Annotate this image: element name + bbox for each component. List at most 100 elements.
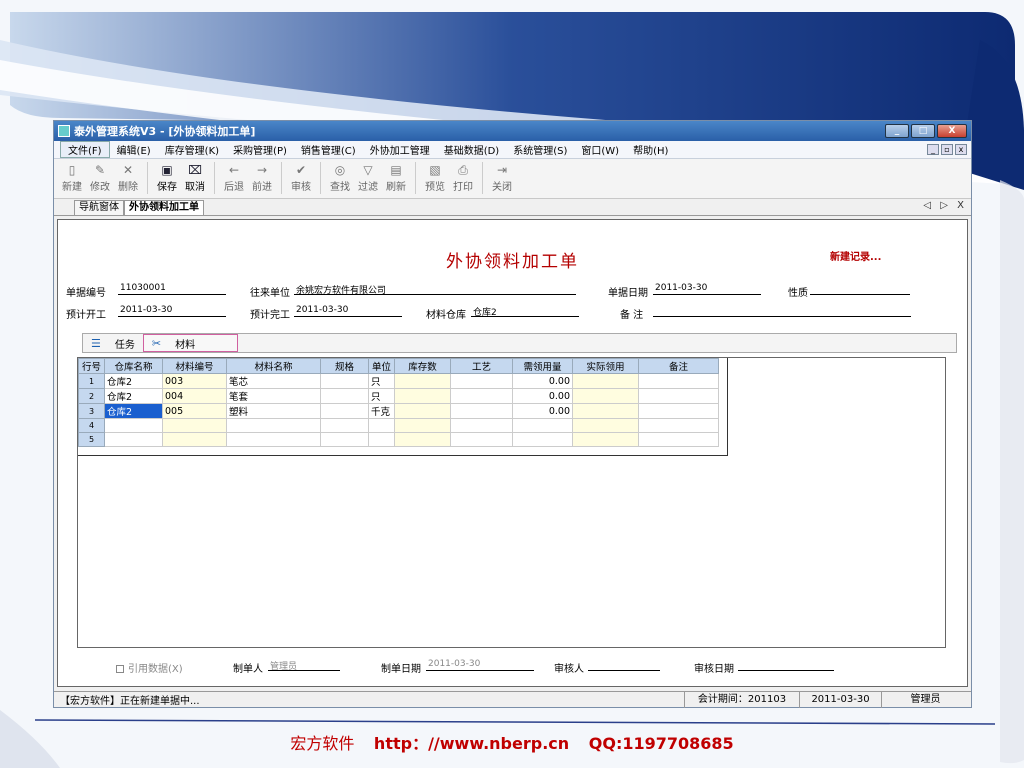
column-header[interactable]: 材料名称 bbox=[226, 358, 321, 374]
toolbar-button-cancel[interactable]: ⌧ 取消 bbox=[181, 162, 209, 193]
table-cell[interactable] bbox=[638, 373, 719, 389]
maximize-icon[interactable]: □ bbox=[911, 124, 935, 138]
tab-navigation[interactable]: 导航窗体 bbox=[74, 200, 124, 215]
menu-outsourcing[interactable]: 外协加工管理 bbox=[363, 142, 437, 157]
toolbar-button-exit[interactable]: ⇥ 关闭 bbox=[488, 162, 516, 193]
toolbar-button-filter[interactable]: ▽ 过滤 bbox=[354, 162, 382, 193]
column-header[interactable]: 备注 bbox=[638, 358, 719, 374]
menu-system[interactable]: 系统管理(S) bbox=[506, 142, 574, 157]
menu-purchase[interactable]: 采购管理(P) bbox=[226, 142, 294, 157]
table-cell[interactable]: 004 bbox=[162, 388, 227, 404]
table-cell[interactable] bbox=[512, 418, 573, 433]
table-cell[interactable] bbox=[638, 432, 719, 447]
column-header[interactable]: 单位 bbox=[368, 358, 395, 374]
table-cell[interactable] bbox=[226, 432, 321, 447]
table-cell[interactable] bbox=[104, 418, 163, 433]
mdi-restore-icon[interactable]: ▫ bbox=[941, 144, 953, 155]
table-cell[interactable]: 只 bbox=[368, 373, 395, 389]
table-cell[interactable] bbox=[572, 373, 639, 389]
table-cell[interactable] bbox=[450, 432, 513, 447]
subtab-tasks[interactable]: ☰ 任务 bbox=[83, 334, 143, 352]
mdi-close-icon[interactable]: x bbox=[955, 144, 967, 155]
column-header[interactable]: 行号 bbox=[78, 358, 105, 374]
table-cell[interactable] bbox=[320, 373, 369, 389]
table-cell[interactable]: 0.00 bbox=[512, 373, 573, 389]
column-header[interactable]: 需领用量 bbox=[512, 358, 573, 374]
table-cell[interactable] bbox=[394, 418, 451, 433]
table-cell[interactable] bbox=[394, 373, 451, 389]
menu-help[interactable]: 帮助(H) bbox=[626, 142, 675, 157]
table-cell[interactable] bbox=[104, 432, 163, 447]
table-cell[interactable] bbox=[572, 418, 639, 433]
table-cell[interactable] bbox=[450, 418, 513, 433]
table-cell[interactable] bbox=[394, 403, 451, 419]
toolbar-button-check[interactable]: ✔ 审核 bbox=[287, 162, 315, 193]
table-cell[interactable] bbox=[572, 432, 639, 447]
table-cell[interactable]: 0.00 bbox=[512, 403, 573, 419]
tab-outsource-material-order[interactable]: 外协领料加工单 bbox=[124, 200, 204, 215]
mdi-minimize-icon[interactable]: _ bbox=[927, 144, 939, 155]
menu-window[interactable]: 窗口(W) bbox=[574, 142, 626, 157]
partner-field[interactable]: 余姚宏方软件有限公司 bbox=[294, 283, 576, 296]
table-row[interactable]: 3 仓库2 005 塑料 千克 0.00 bbox=[78, 403, 719, 419]
table-cell[interactable] bbox=[450, 388, 513, 404]
table-cell[interactable] bbox=[162, 418, 227, 433]
table-cell[interactable]: 仓库2 bbox=[104, 373, 163, 389]
column-header[interactable]: 材料编号 bbox=[162, 358, 227, 374]
column-header[interactable]: 规格 bbox=[320, 358, 369, 374]
menu-sales[interactable]: 销售管理(C) bbox=[294, 142, 363, 157]
table-cell[interactable] bbox=[320, 432, 369, 447]
toolbar-button-back-arrow[interactable]: ← 后退 bbox=[220, 162, 248, 193]
plan-end-field[interactable]: 2011-03-30 bbox=[294, 305, 402, 317]
table-cell[interactable] bbox=[450, 403, 513, 419]
doc-no-field[interactable]: 11030001 bbox=[118, 283, 226, 295]
table-cell[interactable]: 只 bbox=[368, 388, 395, 404]
toolbar-button-edit[interactable]: ✎ 修改 bbox=[86, 162, 114, 193]
table-cell[interactable] bbox=[394, 388, 451, 404]
table-cell[interactable] bbox=[368, 418, 395, 433]
table-cell[interactable]: 仓库2 bbox=[104, 388, 163, 404]
table-cell[interactable]: 笔套 bbox=[226, 388, 321, 404]
table-cell[interactable] bbox=[572, 403, 639, 419]
table-cell[interactable] bbox=[572, 388, 639, 404]
table-row[interactable]: 4 bbox=[78, 418, 719, 433]
toolbar-button-preview[interactable]: ▧ 预览 bbox=[421, 162, 449, 193]
toolbar-button-save[interactable]: ▣ 保存 bbox=[153, 162, 181, 193]
table-cell[interactable] bbox=[394, 432, 451, 447]
close-icon[interactable]: X bbox=[937, 124, 967, 138]
column-header[interactable]: 库存数 bbox=[394, 358, 451, 374]
table-cell[interactable]: 塑料 bbox=[226, 403, 321, 419]
plan-start-field[interactable]: 2011-03-30 bbox=[118, 305, 226, 317]
toolbar-button-forward-arrow[interactable]: → 前进 bbox=[248, 162, 276, 193]
remark-field[interactable] bbox=[653, 305, 911, 317]
menu-edit[interactable]: 编辑(E) bbox=[110, 142, 158, 157]
toolbar-button-new-doc[interactable]: ▯ 新建 bbox=[58, 162, 86, 193]
toolbar-button-refresh[interactable]: ▤ 刷新 bbox=[382, 162, 410, 193]
table-cell[interactable] bbox=[162, 432, 227, 447]
table-cell[interactable] bbox=[320, 418, 369, 433]
footer-url[interactable]: http：//www.nberp.cn bbox=[374, 734, 569, 753]
menu-basic-data[interactable]: 基础数据(D) bbox=[437, 142, 507, 157]
toolbar-button-print[interactable]: ⎙ 打印 bbox=[449, 162, 477, 193]
subtab-materials[interactable]: ✂ 材料 bbox=[142, 334, 238, 352]
table-cell[interactable] bbox=[226, 418, 321, 433]
column-header[interactable]: 工艺 bbox=[450, 358, 513, 374]
tab-scroll-controls[interactable]: ◁ ▷ X bbox=[923, 200, 967, 211]
table-cell[interactable]: 0.00 bbox=[512, 388, 573, 404]
table-cell[interactable] bbox=[320, 403, 369, 419]
menu-file[interactable]: 文件(F) bbox=[60, 141, 110, 158]
title-bar[interactable]: 泰外管理系统V3 - [外协领料加工单] _ □ X bbox=[54, 121, 971, 141]
table-cell[interactable] bbox=[368, 432, 395, 447]
table-cell[interactable] bbox=[638, 403, 719, 419]
doc-date-field[interactable]: 2011-03-30 bbox=[653, 283, 761, 295]
table-row[interactable]: 1 仓库2 003 笔芯 只 0.00 bbox=[78, 373, 719, 389]
table-cell[interactable]: 003 bbox=[162, 373, 227, 389]
table-row[interactable]: 2 仓库2 004 笔套 只 0.00 bbox=[78, 388, 719, 404]
table-cell[interactable]: 005 bbox=[162, 403, 227, 419]
ref-data-checkbox[interactable]: 引用数据(X) bbox=[116, 660, 183, 675]
nature-field[interactable] bbox=[810, 283, 910, 295]
table-cell[interactable]: 千克 bbox=[368, 403, 395, 419]
table-cell[interactable] bbox=[320, 388, 369, 404]
column-header[interactable]: 实际领用 bbox=[572, 358, 639, 374]
table-row[interactable]: 5 bbox=[78, 432, 719, 447]
